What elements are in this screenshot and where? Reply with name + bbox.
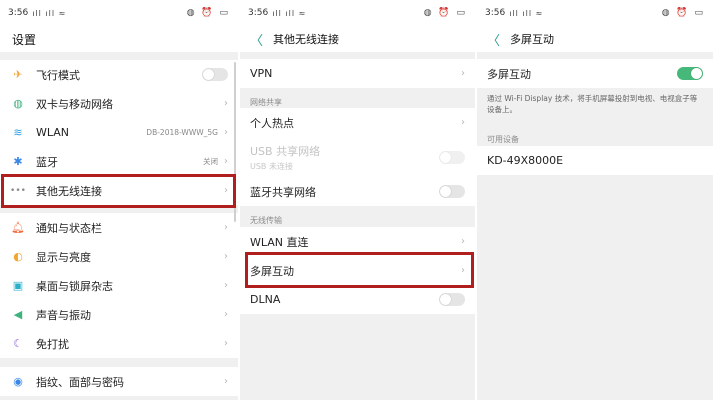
wlan-ssid: DB-2018-WWW_5G	[146, 128, 218, 137]
usb-share-toggle	[439, 150, 465, 164]
vpn-item[interactable]: VPN ›	[240, 59, 475, 88]
speaker-icon: ◀	[13, 308, 23, 321]
dlna-item[interactable]: DLNA	[240, 285, 475, 314]
bell-icon: 🔔︎	[11, 221, 25, 234]
settings-item-label: 双卡与移动网络	[36, 97, 113, 111]
bluetooth-status: 关闭	[203, 157, 218, 166]
chevron-right-icon: ›	[224, 251, 228, 262]
settings-item-sound[interactable]: ◀ 声音与振动 ›	[0, 300, 238, 329]
bt-share-item[interactable]: 蓝牙共享网络	[240, 177, 475, 206]
page-title: 设置	[0, 26, 238, 52]
settings-screen: 3:56 ıll ıll ≈ ◍ ⏰ ▭ 设置 ✈ 飞行模式 ◍ 双卡与移动网络…	[0, 0, 238, 400]
chevron-right-icon: ›	[224, 98, 228, 109]
bluetooth-icon: ✱	[13, 155, 23, 168]
usb-share-item: USB 共享网络 USB 未连接	[240, 137, 475, 177]
status-bar: 3:56 ıll ıll ≈ ◍ ⏰ ▭	[0, 0, 238, 26]
status-icons: ◍ ⏰ ▭	[186, 8, 230, 18]
usb-share-status: USB 未连接	[250, 161, 293, 171]
chevron-right-icon: ›	[224, 376, 228, 387]
status-icons: ◍ ⏰ ▭	[423, 8, 467, 18]
status-bar: 3:56 ıll ıll ≈ ◍ ⏰ ▭	[240, 0, 475, 26]
back-arrow-icon[interactable]: 〈	[250, 30, 263, 49]
section-network-sharing: 网络共享	[250, 98, 282, 107]
airplane-mode-toggle[interactable]	[202, 68, 228, 81]
multi-screen-toggle-label: 多屏互动	[487, 67, 531, 81]
settings-item-label: 飞行模式	[36, 68, 80, 82]
other-wireless-screen: 3:56 ıll ıll ≈ ◍ ⏰ ▭ 〈 其他无线连接 VPN › 网络共享…	[240, 0, 475, 400]
chevron-right-icon: ›	[224, 309, 228, 320]
multi-screen-description: 通过 Wi-Fi Display 技术，将手机屏幕投射到电视、电视盒子等设备上。	[487, 94, 698, 114]
signal-icon: ıll ıll ≈	[32, 8, 67, 18]
multi-screen-toggle[interactable]	[677, 67, 703, 80]
chevron-right-icon: ›	[224, 280, 228, 291]
settings-item-wallpaper[interactable]: ▣ 桌面与锁屏杂志 ›	[0, 271, 238, 300]
settings-item-bluetooth[interactable]: ✱ 蓝牙 关闭 ›	[0, 147, 238, 176]
highlight-box	[245, 252, 474, 288]
multi-screen-screen: 3:56 ıll ıll ≈ ◍ ⏰ ▭ 〈 多屏互动 多屏互动 通过 Wi-F…	[477, 0, 713, 400]
chevron-right-icon: ›	[461, 117, 465, 128]
settings-item-label: 显示与亮度	[36, 250, 91, 264]
settings-item-label: WLAN	[36, 126, 70, 139]
bt-share-label: 蓝牙共享网络	[250, 185, 316, 199]
status-time: 3:56	[8, 8, 29, 18]
status-bar: 3:56 ıll ıll ≈ ◍ ⏰ ▭	[477, 0, 713, 26]
bt-share-toggle[interactable]	[439, 185, 465, 198]
status-time: 3:56	[248, 8, 269, 18]
settings-item-dual-sim[interactable]: ◍ 双卡与移动网络 ›	[0, 89, 238, 118]
globe-icon: ◍	[13, 97, 23, 110]
status-icons: ◍ ⏰ ▭	[661, 8, 705, 18]
page-header: 〈 其他无线连接	[240, 26, 475, 52]
dlna-toggle[interactable]	[439, 293, 465, 306]
signal-icon: ıll ıll ≈	[509, 8, 544, 18]
settings-item-label: 指纹、面部与密码	[36, 375, 124, 389]
page-title: 其他无线连接	[273, 33, 340, 46]
settings-item-fingerprint[interactable]: ◉ 指纹、面部与密码 ›	[0, 367, 238, 396]
chevron-right-icon: ›	[224, 127, 228, 138]
wallpaper-icon: ▣	[12, 279, 24, 292]
settings-item-display[interactable]: ◐ 显示与亮度 ›	[0, 242, 238, 271]
settings-item-label: 桌面与锁屏杂志	[36, 279, 113, 293]
settings-item-label: 声音与振动	[36, 308, 91, 322]
multi-screen-toggle-row[interactable]: 多屏互动	[477, 59, 713, 88]
dlna-label: DLNA	[250, 293, 281, 306]
vpn-label: VPN	[250, 67, 273, 80]
hotspot-label: 个人热点	[250, 116, 294, 130]
usb-share-label: USB 共享网络	[250, 144, 321, 158]
settings-item-do-not-disturb[interactable]: ☾ 免打扰 ›	[0, 329, 238, 358]
settings-item-label: 通知与状态栏	[36, 221, 102, 235]
device-name: KD-49X8000E	[487, 154, 564, 167]
section-available-devices: 可用设备	[487, 135, 519, 144]
page-header: 〈 多屏互动	[477, 26, 713, 52]
page-title: 多屏互动	[510, 33, 555, 46]
signal-icon: ıll ıll ≈	[272, 8, 307, 18]
chevron-right-icon: ›	[224, 222, 228, 233]
device-item[interactable]: KD-49X8000E	[477, 146, 713, 175]
status-time: 3:56	[485, 8, 506, 18]
settings-item-airplane-mode[interactable]: ✈ 飞行模式	[0, 60, 238, 89]
chevron-right-icon: ›	[461, 236, 465, 247]
chevron-right-icon: ›	[461, 68, 465, 79]
wifi-icon: ≋	[13, 126, 23, 139]
section-wireless-transfer: 无线传输	[250, 216, 282, 225]
moon-icon: ☾	[13, 337, 23, 350]
chevron-right-icon: ›	[224, 338, 228, 349]
settings-item-wlan[interactable]: ≋ WLAN DB-2018-WWW_5G ›	[0, 118, 238, 147]
highlight-box	[1, 174, 236, 208]
settings-item-label: 免打扰	[36, 337, 69, 351]
settings-item-label: 蓝牙	[36, 155, 58, 169]
settings-title: 设置	[12, 32, 37, 47]
hotspot-item[interactable]: 个人热点 ›	[240, 108, 475, 137]
back-arrow-icon[interactable]: 〈	[487, 30, 500, 49]
chevron-right-icon: ›	[224, 156, 228, 167]
wlan-direct-label: WLAN 直连	[250, 235, 309, 249]
airplane-icon: ✈	[13, 68, 23, 81]
settings-item-notifications[interactable]: 🔔︎ 通知与状态栏 ›	[0, 213, 238, 242]
brightness-icon: ◐	[13, 250, 23, 263]
fingerprint-icon: ◉	[13, 375, 23, 388]
